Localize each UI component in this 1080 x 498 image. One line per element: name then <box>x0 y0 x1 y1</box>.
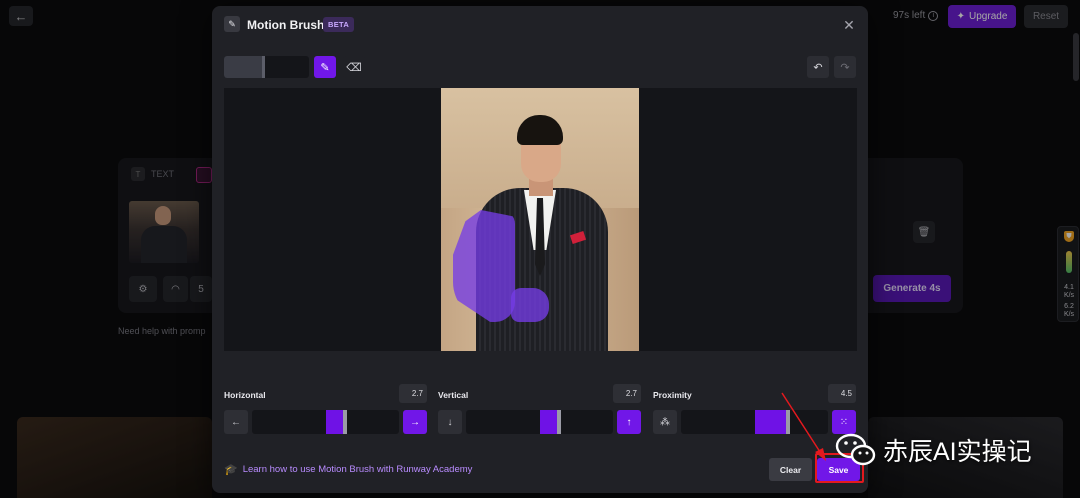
slider-label: Horizontal <box>224 390 266 400</box>
eraser-tool-button[interactable]: ⌫ <box>343 56 365 78</box>
graduation-cap-icon: 🎓 <box>224 464 238 476</box>
slider-fill <box>754 410 788 434</box>
arrow-right-icon: → <box>410 416 420 428</box>
slider-value-input[interactable]: 2.7 <box>613 384 641 403</box>
motion-brush-dialog: ✎ Motion Brush BETA ✕ ✎ ⌫ ↶ ↷ Horizontal… <box>212 6 868 493</box>
redo-button[interactable]: ↷ <box>834 56 856 78</box>
slider-handle[interactable] <box>557 410 562 434</box>
slider-track[interactable] <box>681 410 828 434</box>
slider-label: Vertical <box>438 390 469 400</box>
slider-handle[interactable] <box>785 410 790 434</box>
undo-button[interactable]: ↶ <box>807 56 829 78</box>
slider-increase-button[interactable]: → <box>403 410 427 434</box>
brush-size-handle[interactable] <box>261 56 265 78</box>
close-icon[interactable]: ✕ <box>841 17 857 33</box>
redo-icon: ↷ <box>840 61 850 74</box>
proximity-near-icon: ⁂ <box>660 416 670 428</box>
brush-size-slider[interactable] <box>224 56 309 78</box>
brush-canvas[interactable] <box>224 88 857 351</box>
undo-icon: ↶ <box>813 61 823 74</box>
photo-hair <box>517 115 563 145</box>
arrow-down-icon: ↓ <box>447 416 453 428</box>
slider-increase-button[interactable]: ⁙ <box>832 410 856 434</box>
wechat-icon <box>835 433 876 466</box>
source-photo[interactable] <box>441 88 639 351</box>
app-root: ← 97s left i ✦ Upgrade Reset T TEXT ⚙ ◠ … <box>0 0 1080 498</box>
slider-vertical: Vertical 2.7 ↓ ↑ <box>438 384 641 438</box>
brush-tool-button[interactable]: ✎ <box>314 56 336 78</box>
slider-decrease-button[interactable]: ← <box>224 410 248 434</box>
slider-value-input[interactable]: 4.5 <box>828 384 856 403</box>
arrow-left-icon: ← <box>231 416 241 428</box>
beta-badge: BETA <box>323 17 355 32</box>
slider-label: Proximity <box>653 390 692 400</box>
clear-button[interactable]: Clear <box>769 458 812 481</box>
slider-handle[interactable] <box>343 410 348 434</box>
brush-mask-hand <box>511 288 549 322</box>
slider-decrease-button[interactable]: ⁂ <box>653 410 677 434</box>
brush-size-fill <box>224 56 265 78</box>
eraser-icon: ⌫ <box>346 61 362 74</box>
dialog-title: Motion Brush <box>247 18 325 32</box>
academy-link-text: Learn how to use Motion Brush with Runwa… <box>242 464 473 475</box>
slider-value-input[interactable]: 2.7 <box>399 384 427 403</box>
watermark: 赤辰AI实操记 <box>835 432 1032 468</box>
brush-icon: ✎ <box>224 16 240 32</box>
slider-track[interactable] <box>466 410 613 434</box>
slider-increase-button[interactable]: ↑ <box>617 410 641 434</box>
slider-proximity: Proximity 4.5 ⁂ ⁙ <box>653 384 856 438</box>
academy-link[interactable]: 🎓 Learn how to use Motion Brush with Run… <box>224 463 472 476</box>
slider-horizontal: Horizontal 2.7 ← → <box>224 384 427 438</box>
proximity-far-icon: ⁙ <box>839 416 849 428</box>
slider-decrease-button[interactable]: ↓ <box>438 410 462 434</box>
slider-track[interactable] <box>252 410 399 434</box>
watermark-text: 赤辰AI实操记 <box>883 438 1032 466</box>
brush-icon: ✎ <box>320 61 330 74</box>
arrow-up-icon: ↑ <box>626 416 632 428</box>
